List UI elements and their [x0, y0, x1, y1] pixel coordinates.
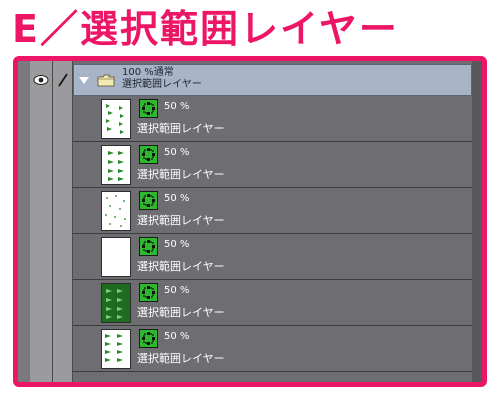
- layer-row[interactable]: 50 % 選択範囲レイヤー: [18, 281, 472, 326]
- folder-label: 100 %通常 選択範囲レイヤー: [122, 67, 202, 91]
- layer-row[interactable]: 50 % 選択範囲レイヤー: [18, 143, 472, 188]
- layer-thumbnail: [101, 283, 131, 323]
- layer-opacity: 50 %: [164, 331, 190, 342]
- layer-row-bg: [73, 281, 472, 326]
- panel-scrollbar[interactable]: [472, 61, 482, 382]
- layer-panel: 100 %通常 選択範囲レイヤー 50 % 選択範囲レイヤー 50 % 選択範囲…: [18, 61, 482, 382]
- layer-name: 選択範囲レイヤー: [137, 122, 225, 135]
- layer-row-bg: [73, 97, 472, 142]
- layer-thumbnail: [101, 191, 131, 231]
- selection-mask-icon[interactable]: [139, 283, 158, 302]
- layer-name: 選択範囲レイヤー: [137, 214, 225, 227]
- layer-opacity: 50 %: [164, 193, 190, 204]
- folder-icon: [97, 74, 115, 87]
- eye-icon[interactable]: [33, 74, 49, 86]
- layer-row-bg: [73, 143, 472, 188]
- layer-name: 選択範囲レイヤー: [137, 168, 225, 181]
- layer-thumbnail: [101, 145, 131, 185]
- layer-name: 選択範囲レイヤー: [137, 352, 225, 365]
- layer-opacity: 50 %: [164, 147, 190, 158]
- layer-row-bg: [73, 189, 472, 234]
- layer-thumbnail: [101, 99, 131, 139]
- layer-opacity: 50 %: [164, 101, 190, 112]
- layer-opacity: 50 %: [164, 239, 190, 250]
- layer-row[interactable]: 50 % 選択範囲レイヤー: [18, 327, 472, 372]
- layer-row[interactable]: 50 % 選択範囲レイヤー: [18, 189, 472, 234]
- layer-opacity: 50 %: [164, 285, 190, 296]
- highlight-frame: 100 %通常 選択範囲レイヤー 50 % 選択範囲レイヤー 50 % 選択範囲…: [13, 56, 487, 387]
- pen-icon[interactable]: [56, 72, 70, 88]
- layer-row[interactable]: 50 % 選択範囲レイヤー: [18, 235, 472, 280]
- selection-mask-icon[interactable]: [139, 191, 158, 210]
- selection-mask-icon[interactable]: [139, 329, 158, 348]
- layer-folder-row[interactable]: 100 %通常 選択範囲レイヤー: [18, 64, 472, 96]
- expand-triangle-icon[interactable]: [79, 77, 89, 84]
- layer-row-bg: [73, 235, 472, 280]
- selection-mask-icon[interactable]: [139, 145, 158, 164]
- layer-row-bg: [73, 327, 472, 372]
- layer-name: 選択範囲レイヤー: [137, 306, 225, 319]
- layer-thumbnail: [101, 237, 131, 277]
- folder-opacity-blend: 100 %通常: [122, 67, 174, 78]
- selection-mask-icon[interactable]: [139, 99, 158, 118]
- page-title: E／選択範囲レイヤー: [12, 7, 399, 51]
- layer-thumbnail: [101, 329, 131, 369]
- selection-mask-icon[interactable]: [139, 237, 158, 256]
- folder-name: 選択範囲レイヤー: [122, 79, 202, 90]
- layer-name: 選択範囲レイヤー: [137, 260, 225, 273]
- layer-row[interactable]: 50 % 選択範囲レイヤー: [18, 97, 472, 142]
